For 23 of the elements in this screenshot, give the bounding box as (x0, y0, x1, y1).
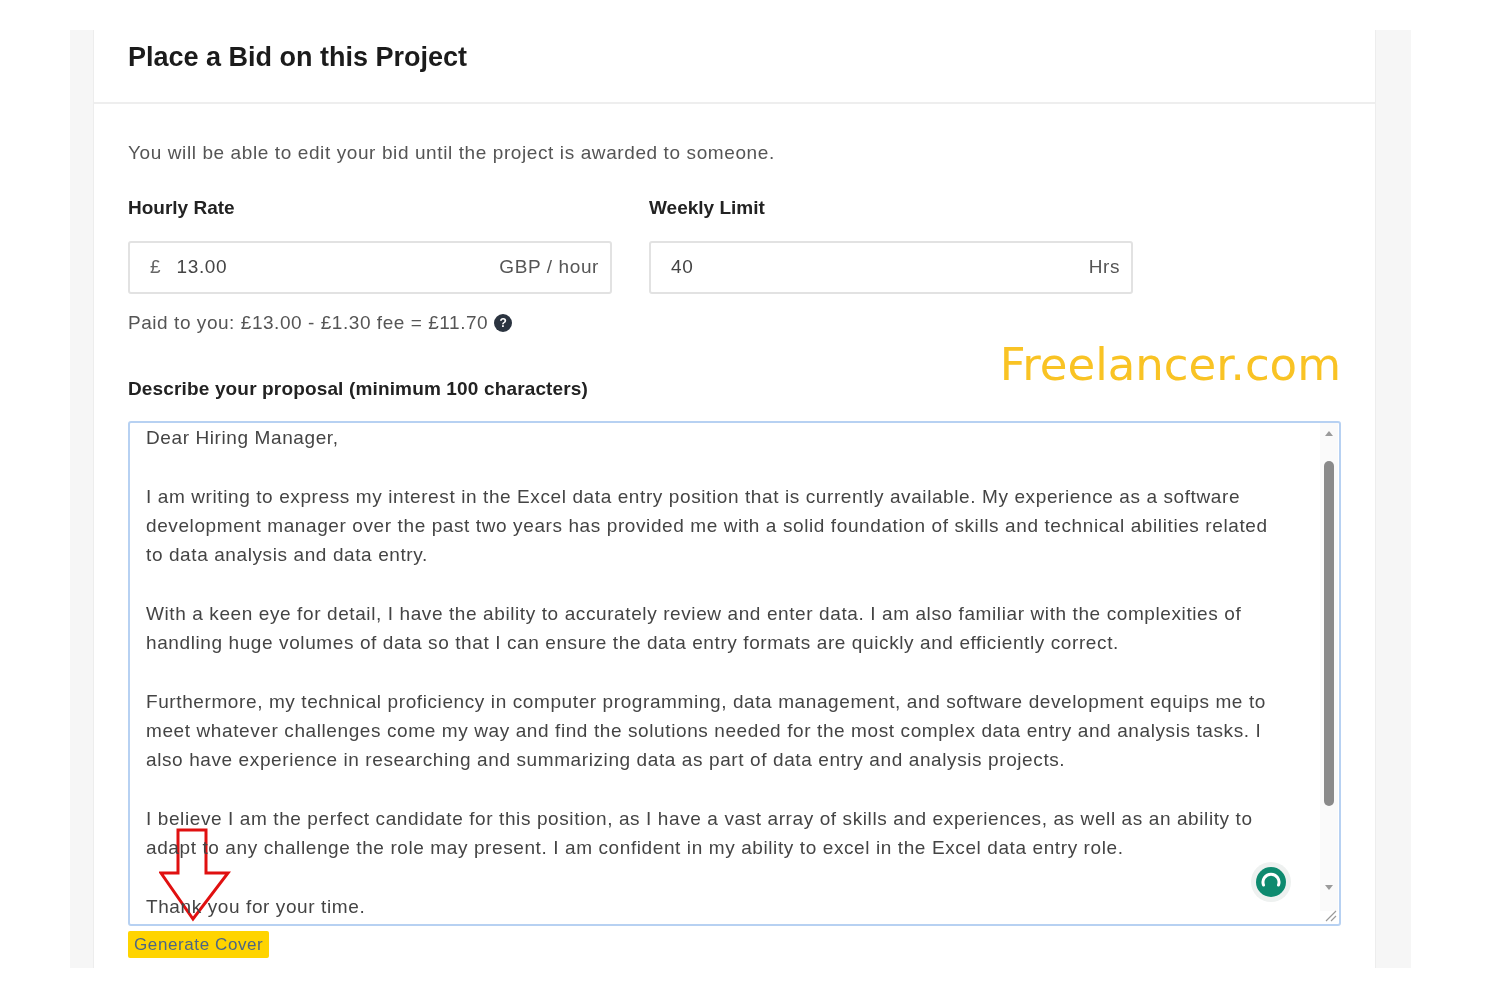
currency-symbol: £ (150, 255, 161, 280)
unit-text: GBP / hour (499, 255, 599, 280)
notice-text: You will be able to edit your bid until the project is awarded to someone. (128, 141, 775, 165)
rate-field[interactable]: £ 13.00 GBP / hour (128, 241, 612, 294)
help-icon[interactable]: ? (494, 314, 513, 332)
letter-paragraph: With a keen eye for detail, I have the ability to accurately review and enter data. I am also familiar with the complexities of handling huge volumes of data so that I can ensure the data entry formats are quickly and efficiently correct. (146, 601, 1242, 656)
field-label: Hourly Rate (128, 196, 235, 220)
field-value: 13.00 (176, 255, 229, 280)
resize-handle-icon[interactable] (1325, 910, 1337, 922)
letter-paragraph: Dear Hiring Manager, (146, 426, 339, 450)
limit-field[interactable]: 40 Hrs (649, 241, 1133, 294)
site-caption: Freelancer.com (999, 339, 1341, 391)
letter-paragraph: I am writing to express my interest in the Excel data entry position that is currently available. My experience as a software development manager over the past two years has provided me with a solid foundation of skills and technical abilities related to data analysis and data entry. (146, 484, 1268, 568)
card-title: Place a Bid on this Project (128, 41, 468, 73)
circle-arc-icon[interactable] (1251, 862, 1291, 902)
field-value: 40 (671, 255, 695, 280)
proposal-label: Describe your proposal (minimum 100 characters) (128, 377, 589, 401)
unit-text: Hrs (1088, 255, 1120, 280)
letter-paragraph: Furthermore, my technical proficiency in computer programming, data management, and software development equips me to meet whatever challenges come my way and find the solutions needed for the most complex data entry and analysis tasks. I also have experience in researching and summarizing data as part of data entry and analysis projects. (146, 689, 1266, 773)
proposal-field[interactable] (128, 421, 1341, 926)
fee-note: Paid to you: £13.00 - £1.30 fee = £11.70 (128, 311, 489, 335)
field-label: Weekly Limit (649, 196, 765, 220)
generate-cover-button[interactable]: Generate Cover (128, 931, 270, 958)
